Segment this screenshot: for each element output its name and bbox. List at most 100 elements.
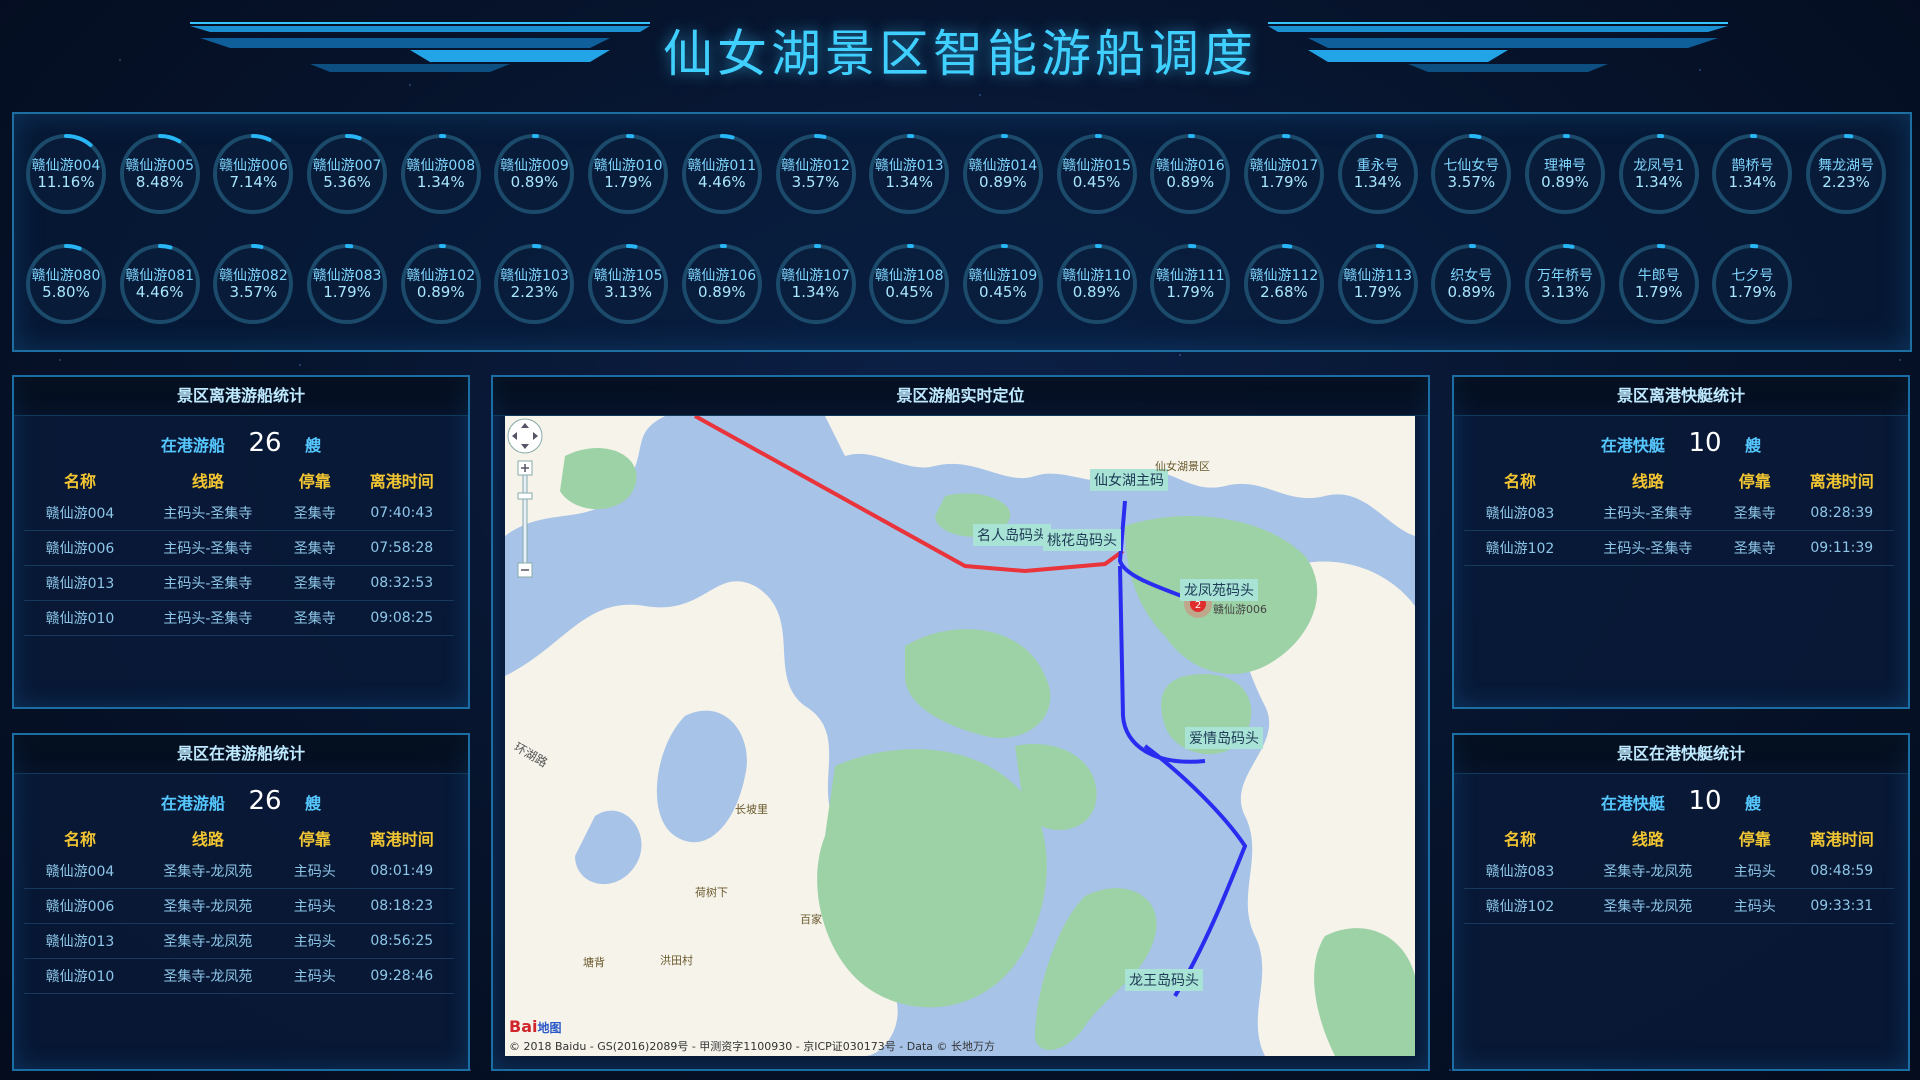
boat-usage-ring[interactable]: 赣仙游014 0.89% — [961, 132, 1045, 216]
pier-label-longwang[interactable]: 龙王岛码头 — [1125, 969, 1203, 991]
boat-usage-ring[interactable]: 赣仙游080 5.80% — [24, 242, 108, 326]
table-row[interactable]: 赣仙游006 圣集寺-龙凤苑 主码头 08:18:23 — [24, 888, 454, 924]
table-cell: 赣仙游083 — [1464, 496, 1576, 531]
map-canvas[interactable]: 2 — [505, 416, 1415, 1056]
boat-usage-ring[interactable]: 赣仙游004 11.16% — [24, 132, 108, 216]
boat-usage-ring[interactable]: 牛郎号 1.79% — [1617, 242, 1701, 326]
pier-label-longfeng[interactable]: 龙凤苑码头 — [1180, 579, 1258, 601]
boat-usage-ring[interactable]: 赣仙游110 0.89% — [1055, 242, 1139, 326]
boat-location-map[interactable]: 2 仙女湖主码 仙女湖景区 名人岛码头 桃花岛码头 龙凤苑码头 赣仙游006 爱… — [505, 416, 1415, 1056]
table-cell: 赣仙游004 — [24, 854, 136, 889]
table-cell: 08:48:59 — [1789, 854, 1894, 889]
table-row[interactable]: 赣仙游013 主码头-圣集寺 圣集寺 08:32:53 — [24, 565, 454, 601]
zoom-slider[interactable] — [522, 474, 528, 564]
table-row[interactable]: 赣仙游083 主码头-圣集寺 圣集寺 08:28:39 — [1464, 496, 1894, 531]
boat-percent: 1.34% — [416, 172, 465, 191]
table-cell: 主码头 — [279, 958, 350, 994]
docked-speedboats-panel: 景区在港快艇统计 在港快艇 10 艘 名称 线路 停靠 离港时间 赣仙游083 圣集寺-龙… — [1452, 733, 1910, 1071]
boat-percent: 1.79% — [1353, 282, 1402, 301]
boat-usage-ring[interactable]: 赣仙游111 1.79% — [1148, 242, 1232, 326]
boat-name: 万年桥号 — [1537, 267, 1593, 284]
boat-usage-ring[interactable]: 赣仙游005 8.48% — [118, 132, 202, 216]
boat-usage-ring[interactable]: 赣仙游009 0.89% — [492, 132, 576, 216]
boat-name: 赣仙游106 — [687, 267, 757, 284]
table-row[interactable]: 赣仙游004 主码头-圣集寺 圣集寺 07:40:43 — [24, 496, 454, 531]
boat-usage-rings-panel: 赣仙游004 11.16% 赣仙游005 8.48% 赣仙游006 7.14% 赣仙游007… — [12, 112, 1912, 352]
table-row[interactable]: 赣仙游013 圣集寺-龙凤苑 主码头 08:56:25 — [24, 923, 454, 959]
pier-label-aiqing[interactable]: 爱情岛码头 — [1185, 727, 1263, 749]
boat-usage-ring[interactable]: 鹊桥号 1.34% — [1710, 132, 1794, 216]
header-decoration-right — [1268, 22, 1728, 72]
boat-usage-ring[interactable]: 赣仙游010 1.79% — [586, 132, 670, 216]
table-cell: 09:33:31 — [1789, 888, 1894, 924]
boat-usage-ring[interactable]: 赣仙游107 1.34% — [774, 242, 858, 326]
table-row[interactable]: 赣仙游102 主码头-圣集寺 圣集寺 09:11:39 — [1464, 530, 1894, 566]
boat-usage-ring[interactable]: 赣仙游007 5.36% — [305, 132, 389, 216]
boat-usage-ring[interactable]: 赣仙游103 2.23% — [492, 242, 576, 326]
table-row[interactable]: 赣仙游004 圣集寺-龙凤苑 主码头 08:01:49 — [24, 854, 454, 889]
table-row[interactable]: 赣仙游010 圣集寺-龙凤苑 主码头 09:28:46 — [24, 958, 454, 994]
column-header: 离港时间 — [1809, 472, 1874, 491]
boat-usage-ring[interactable]: 万年桥号 3.13% — [1523, 242, 1607, 326]
pier-label-mingren[interactable]: 名人岛码头 — [973, 524, 1051, 546]
table-cell: 圣集寺-龙凤苑 — [1575, 854, 1720, 889]
count-unit: 艘 — [1745, 794, 1762, 813]
place-label-hongtian: 洪田村 — [660, 954, 693, 967]
boat-usage-ring[interactable]: 赣仙游106 0.89% — [680, 242, 764, 326]
boat-usage-ring[interactable]: 赣仙游113 1.79% — [1336, 242, 1420, 326]
column-header: 线路 — [1631, 830, 1664, 849]
boat-name: 赣仙游107 — [781, 267, 850, 284]
pier-label-taohua[interactable]: 桃花岛码头 — [1043, 529, 1121, 551]
boat-usage-ring[interactable]: 赣仙游112 2.68% — [1242, 242, 1326, 326]
boat-usage-ring[interactable]: 赣仙游011 4.46% — [680, 132, 764, 216]
boat-usage-ring[interactable]: 理神号 0.89% — [1523, 132, 1607, 216]
map-zoom-control[interactable] — [505, 416, 545, 616]
table-cell: 08:32:53 — [349, 565, 454, 601]
boat-usage-ring[interactable]: 赣仙游013 1.34% — [867, 132, 951, 216]
table-row[interactable]: 赣仙游083 圣集寺-龙凤苑 主码头 08:48:59 — [1464, 854, 1894, 889]
boat-usage-ring[interactable]: 赣仙游105 3.13% — [586, 242, 670, 326]
boat-usage-ring[interactable]: 赣仙游109 0.45% — [961, 242, 1045, 326]
boat-usage-ring[interactable]: 赣仙游017 1.79% — [1242, 132, 1326, 216]
boat-usage-ring[interactable]: 赣仙游012 3.57% — [774, 132, 858, 216]
boat-usage-ring[interactable]: 舞龙湖号 2.23% — [1804, 132, 1888, 216]
count-label: 在港快艇 — [1600, 436, 1665, 455]
table-cell: 圣集寺 — [1719, 530, 1790, 566]
table-cell: 赣仙游013 — [24, 923, 136, 959]
table-row[interactable]: 赣仙游102 圣集寺-龙凤苑 主码头 09:33:31 — [1464, 888, 1894, 924]
boat-marker-label: 赣仙游006 — [1213, 603, 1267, 616]
boat-percent: 1.34% — [791, 282, 840, 301]
table-cell: 赣仙游010 — [24, 600, 136, 636]
boat-usage-ring[interactable]: 赣仙游081 4.46% — [118, 242, 202, 326]
boat-usage-ring[interactable]: 赣仙游108 0.45% — [867, 242, 951, 326]
zoom-handle[interactable] — [517, 492, 533, 500]
boat-usage-ring[interactable]: 龙凤号1 1.34% — [1617, 132, 1701, 216]
boat-usage-ring[interactable]: 七夕号 1.79% — [1710, 242, 1794, 326]
table-row[interactable]: 赣仙游010 主码头-圣集寺 圣集寺 09:08:25 — [24, 600, 454, 636]
boat-usage-ring[interactable]: 赣仙游008 1.34% — [399, 132, 483, 216]
table-cell: 主码头-圣集寺 — [135, 565, 280, 601]
boat-name: 赣仙游016 — [1155, 157, 1225, 174]
boat-usage-ring[interactable]: 赣仙游015 0.45% — [1055, 132, 1139, 216]
boat-usage-ring[interactable]: 赣仙游006 7.14% — [211, 132, 295, 216]
table-cell: 07:40:43 — [349, 496, 454, 531]
boat-name: 赣仙游012 — [781, 157, 850, 174]
boat-usage-ring[interactable]: 七仙女号 3.57% — [1429, 132, 1513, 216]
boat-usage-ring[interactable]: 赣仙游102 0.89% — [399, 242, 483, 326]
table-cell: 08:01:49 — [349, 854, 454, 889]
table-cell: 08:18:23 — [349, 888, 454, 924]
boat-percent: 1.79% — [1634, 282, 1683, 301]
table-row[interactable]: 赣仙游006 主码头-圣集寺 圣集寺 07:58:28 — [24, 530, 454, 566]
place-label-heshu: 荷树下 — [695, 886, 728, 899]
place-label-tangshang: 塘背 — [583, 956, 605, 969]
table-cell: 圣集寺 — [279, 600, 350, 636]
place-label-changpo: 长坡里 — [735, 803, 768, 816]
boat-usage-ring[interactable]: 织女号 0.89% — [1429, 242, 1513, 326]
boat-usage-ring[interactable]: 重永号 1.34% — [1336, 132, 1420, 216]
boat-count: 在港游船 26 艘 — [14, 786, 468, 816]
boat-usage-ring[interactable]: 赣仙游083 1.79% — [305, 242, 389, 326]
boat-usage-ring[interactable]: 赣仙游082 3.57% — [211, 242, 295, 326]
boat-percent: 3.57% — [229, 282, 278, 301]
table-cell: 09:28:46 — [349, 958, 454, 994]
boat-usage-ring[interactable]: 赣仙游016 0.89% — [1148, 132, 1232, 216]
